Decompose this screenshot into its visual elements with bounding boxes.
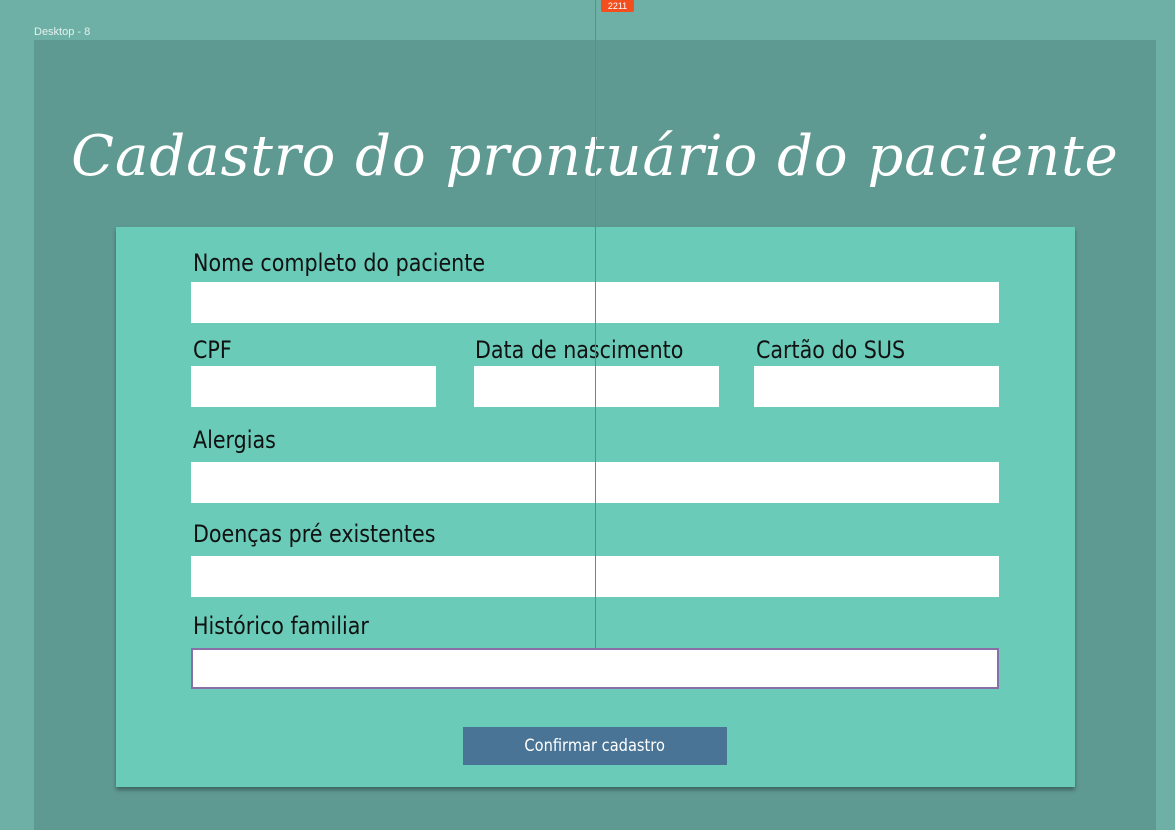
sus-card-input[interactable] xyxy=(754,366,999,407)
sus-card-label: Cartão do SUS xyxy=(756,336,906,364)
family-history-label: Histórico familiar xyxy=(193,612,369,640)
birth-date-label: Data de nascimento xyxy=(475,336,684,364)
cpf-input[interactable] xyxy=(191,366,436,407)
cpf-label: CPF xyxy=(193,336,232,364)
birth-date-input[interactable] xyxy=(474,366,719,407)
family-history-input[interactable] xyxy=(191,648,999,689)
confirm-registration-button[interactable]: Confirmar cadastro xyxy=(463,727,727,765)
measurement-guide-line[interactable] xyxy=(595,0,596,648)
full-name-label: Nome completo do paciente xyxy=(193,249,486,277)
preexisting-conditions-label: Doenças pré existentes xyxy=(193,520,436,548)
allergies-label: Alergias xyxy=(193,426,276,454)
measurement-guide-badge: 2211 xyxy=(601,0,634,12)
frame-label: Desktop - 8 xyxy=(34,26,91,38)
confirm-registration-label: Confirmar cadastro xyxy=(524,736,666,756)
